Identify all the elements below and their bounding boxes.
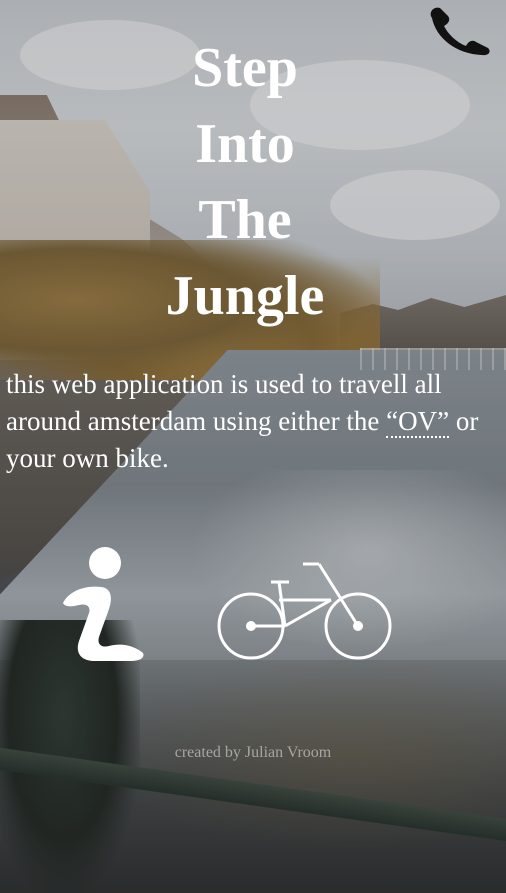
- title-line-4: Jungle: [165, 265, 325, 327]
- info-icon[interactable]: [55, 545, 150, 665]
- title-line-1: Step: [192, 37, 298, 99]
- phone-icon[interactable]: [426, 4, 494, 56]
- app-description: this web application is used to travell …: [6, 366, 500, 477]
- ov-abbreviation[interactable]: “OV”: [386, 406, 450, 438]
- footer-credit: created by Julian Vroom: [174, 744, 332, 761]
- title-line-3: The: [198, 189, 292, 251]
- page-title: Step Into The Jungle: [150, 30, 340, 334]
- bike-icon[interactable]: [213, 560, 396, 665]
- title-line-2: Into: [195, 113, 295, 175]
- description-text: this web application is used to travell …: [6, 369, 442, 436]
